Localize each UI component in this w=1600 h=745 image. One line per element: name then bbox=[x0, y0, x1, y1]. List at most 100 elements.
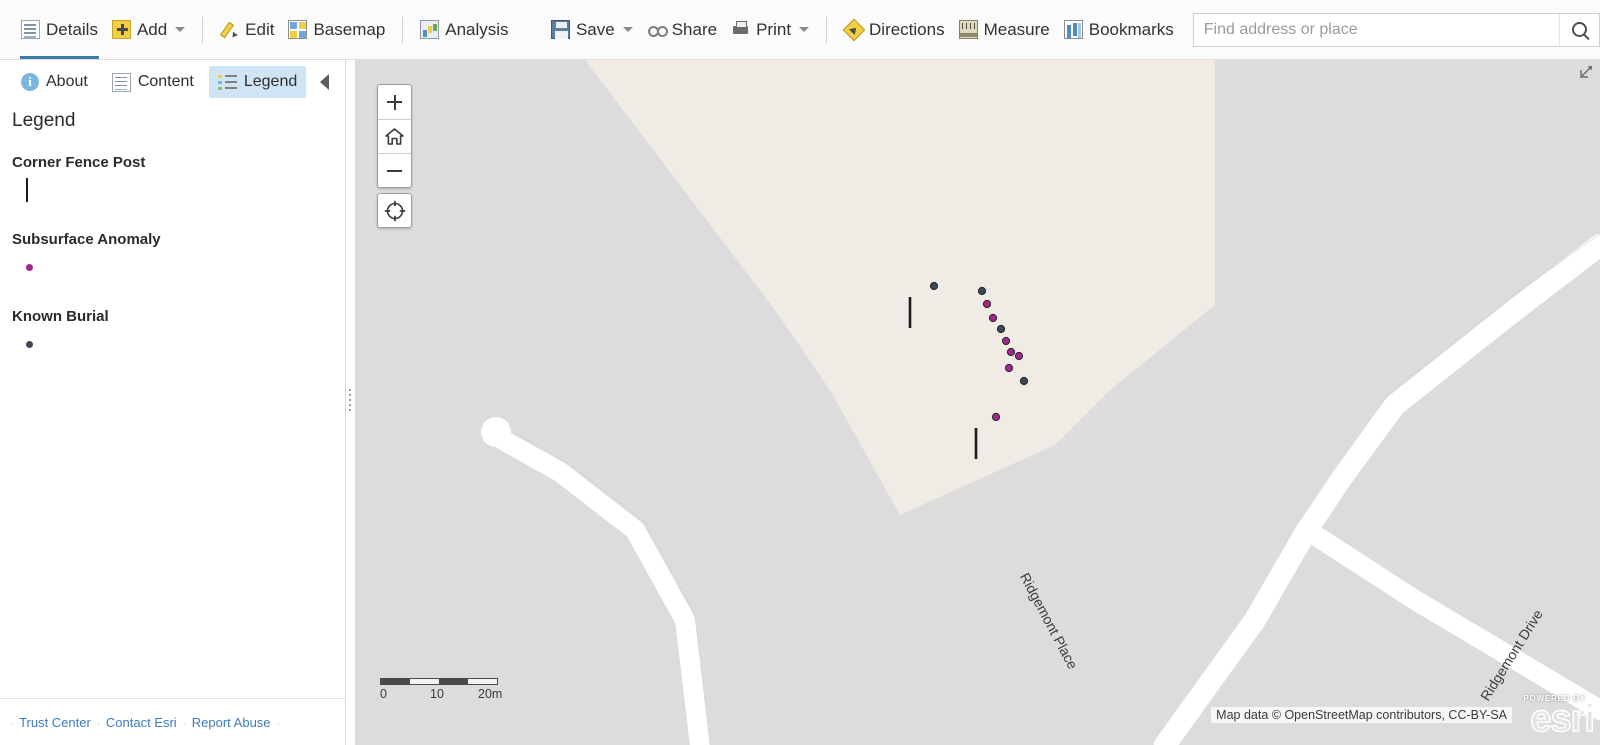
search-box bbox=[1192, 12, 1600, 47]
content-icon bbox=[111, 72, 131, 92]
footer-separator: . bbox=[276, 716, 280, 728]
panel-footer: . Trust Center . Contact Esri . Report A… bbox=[0, 698, 346, 745]
legend-symbol-row bbox=[12, 171, 345, 209]
panel-tab-bar: i About Content Legend bbox=[0, 60, 345, 104]
panel-resize-handle[interactable] bbox=[347, 380, 353, 420]
share-icon bbox=[647, 20, 668, 39]
map-attribution: Map data © OpenStreetMap contributors, C… bbox=[1211, 707, 1512, 723]
toolbar-label-directions: Directions bbox=[869, 19, 945, 39]
known-burial-marker[interactable] bbox=[977, 286, 987, 296]
subsurface-anomaly-marker[interactable] bbox=[988, 313, 998, 323]
subsurface-anomaly-marker[interactable] bbox=[991, 412, 1001, 422]
subsurface-anomaly-marker[interactable] bbox=[1014, 351, 1024, 361]
known-burial-marker[interactable] bbox=[1019, 376, 1029, 386]
legend-layer-name: Corner Fence Post bbox=[12, 154, 146, 171]
expand-icon[interactable] bbox=[1578, 64, 1594, 80]
chevron-down-icon bbox=[622, 27, 633, 32]
legend-layer-name: Known Burial bbox=[12, 308, 109, 325]
toolbar-label-analysis: Analysis bbox=[445, 19, 509, 39]
corner-fence-post-marker[interactable] bbox=[908, 297, 912, 328]
scale-label-20: 20m bbox=[478, 687, 503, 701]
corner-fence-post-marker[interactable] bbox=[974, 428, 978, 459]
line-symbol-icon bbox=[26, 178, 28, 202]
toolbar-divider bbox=[826, 16, 828, 43]
link-report-abuse[interactable]: Report Abuse bbox=[192, 715, 271, 730]
add-icon bbox=[111, 20, 131, 39]
map-features-layer bbox=[908, 281, 1029, 459]
link-contact-esri[interactable]: Contact Esri bbox=[106, 715, 177, 730]
legend-icon bbox=[217, 73, 237, 92]
toolbar-label-bookmarks: Bookmarks bbox=[1088, 19, 1174, 39]
subsurface-anomaly-marker[interactable] bbox=[982, 299, 992, 309]
toolbar-label-measure: Measure bbox=[983, 19, 1050, 39]
locate-button[interactable] bbox=[377, 193, 412, 228]
tab-label-about: About bbox=[46, 73, 88, 90]
toolbar-label-basemap: Basemap bbox=[313, 19, 386, 39]
point-symbol-icon bbox=[26, 340, 33, 348]
legend-layer: Subsurface Anomaly bbox=[12, 231, 345, 286]
toolbar-label-add: Add bbox=[136, 19, 168, 39]
toolbar-label-details: Details bbox=[46, 19, 98, 39]
tab-about[interactable]: i About bbox=[12, 66, 97, 98]
locate-crosshair-icon bbox=[384, 200, 405, 221]
subsurface-anomaly-marker[interactable] bbox=[1001, 336, 1011, 346]
toolbar-divider bbox=[402, 16, 404, 43]
subsurface-anomaly-marker[interactable] bbox=[1006, 347, 1016, 357]
home-button[interactable] bbox=[378, 119, 411, 153]
subsurface-anomaly-marker[interactable] bbox=[1004, 363, 1014, 373]
legend-symbol-row bbox=[12, 248, 345, 286]
esri-logo: POWERED BY esri bbox=[1523, 694, 1595, 739]
known-burial-marker[interactable] bbox=[929, 281, 939, 291]
tab-legend[interactable]: Legend bbox=[208, 66, 307, 98]
legend-layer: Known Burial bbox=[12, 308, 345, 363]
known-burial-marker[interactable] bbox=[996, 324, 1006, 334]
toolbar-button-edit[interactable]: Edit bbox=[213, 1, 281, 59]
legend-list: Corner Fence Post Subsurface Anomaly Kno… bbox=[0, 154, 345, 363]
bookmarks-icon bbox=[1063, 20, 1083, 39]
toolbar-button-directions[interactable]: Directions bbox=[837, 1, 952, 59]
toolbar-button-save[interactable]: Save bbox=[544, 1, 640, 59]
scale-label-10: 10 bbox=[430, 687, 444, 701]
toolbar-button-analysis[interactable]: Analysis bbox=[413, 1, 515, 59]
tab-label-legend: Legend bbox=[243, 73, 298, 90]
toolbar-button-basemap[interactable]: Basemap bbox=[281, 1, 392, 59]
legend-symbol-row bbox=[12, 325, 345, 363]
legend-layer-name: Subsurface Anomaly bbox=[12, 231, 161, 248]
toolbar-button-print[interactable]: Print bbox=[724, 1, 816, 59]
zoom-in-button[interactable] bbox=[378, 85, 411, 119]
tab-label-content: Content bbox=[137, 73, 194, 90]
footer-separator: . bbox=[10, 716, 14, 728]
chevron-down-icon bbox=[799, 27, 810, 32]
point-symbol-icon bbox=[26, 263, 33, 271]
toolbar-label-print: Print bbox=[756, 19, 792, 39]
zoom-out-button[interactable] bbox=[378, 153, 411, 187]
scale-bar: 0 10 20m bbox=[380, 678, 512, 703]
home-icon bbox=[385, 128, 404, 145]
directions-icon bbox=[844, 20, 863, 39]
toolbar-button-share[interactable]: Share bbox=[640, 1, 724, 59]
top-toolbar: Details Add Edit Basemap Analysis Save S… bbox=[0, 0, 1600, 60]
basemap-icon bbox=[288, 20, 308, 39]
legend-layer: Corner Fence Post bbox=[12, 154, 345, 209]
toolbar-label-edit: Edit bbox=[245, 19, 275, 39]
analysis-icon bbox=[420, 20, 440, 39]
toolbar-divider bbox=[202, 16, 204, 43]
collapse-left-icon[interactable] bbox=[320, 74, 330, 90]
zoom-controls bbox=[377, 84, 412, 188]
toolbar-button-add[interactable]: Add bbox=[105, 1, 192, 59]
edit-pencil-icon bbox=[220, 20, 239, 39]
toolbar-button-bookmarks[interactable]: Bookmarks bbox=[1057, 1, 1181, 59]
search-button[interactable] bbox=[1559, 13, 1599, 46]
toolbar-button-measure[interactable]: Measure bbox=[952, 1, 1057, 59]
minus-icon bbox=[387, 169, 402, 172]
measure-ruler-icon bbox=[958, 20, 978, 39]
print-icon bbox=[731, 20, 750, 39]
scale-label-0: 0 bbox=[380, 687, 387, 701]
tab-content[interactable]: Content bbox=[103, 66, 203, 98]
link-trust-center[interactable]: Trust Center bbox=[19, 715, 91, 730]
search-icon bbox=[1572, 22, 1588, 37]
search-input[interactable] bbox=[1193, 13, 1560, 46]
toolbar-label-share: Share bbox=[671, 19, 718, 39]
toolbar-button-details[interactable]: Details bbox=[14, 1, 105, 59]
map-canvas[interactable]: Ridgemont Place Ridgemont Drive Ridgemon… bbox=[355, 60, 1600, 745]
